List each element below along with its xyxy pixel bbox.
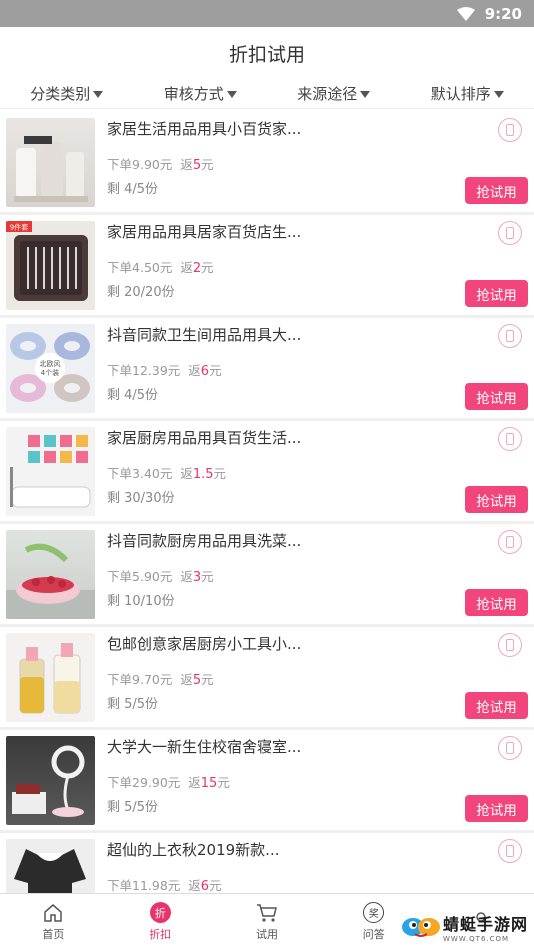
filter-label: 分类类别 [30, 85, 91, 103]
filter-label: 来源途径 [297, 85, 358, 103]
tab-label: 试用 [255, 927, 278, 941]
price-info: 下单3.40元 返1.5元 [107, 466, 227, 482]
filter-source[interactable]: 来源途径 [297, 83, 371, 104]
grab-trial-button[interactable]: 抢试用 [465, 692, 528, 719]
product-image[interactable] [6, 427, 95, 516]
remaining-count: 剩 10/10份 [107, 594, 175, 609]
status-bar: 9:20 [0, 0, 534, 27]
filter-label: 审核方式 [163, 85, 224, 103]
price-info: 下单9.70元 返5元 [107, 672, 214, 688]
svg-text:4个装: 4个装 [41, 368, 59, 377]
product-title[interactable]: 大学大一新生住校宿舍寝室... [107, 736, 317, 757]
watermark: 蜻蜓手游网 WWW.QT6.COM [401, 911, 528, 943]
product-title[interactable]: 抖音同款厨房用品用具洗菜... [107, 530, 317, 551]
dragonfly-logo-icon [401, 918, 440, 937]
price-info: 下单29.90元 返15元 [107, 775, 230, 791]
filter-category[interactable]: 分类类别 [30, 83, 104, 104]
phone-icon [498, 633, 522, 657]
home-icon [42, 902, 64, 924]
tab-discount[interactable]: 折 折扣 [107, 894, 214, 949]
list-item[interactable]: 家居厨房用品用具百货生活... 下单3.40元 返1.5元 剩 30/30份 抢… [0, 421, 534, 524]
grab-trial-button[interactable]: 抢试用 [465, 795, 528, 822]
product-title[interactable]: 家居厨房用品用具百货生活... [107, 427, 317, 448]
list-item[interactable]: 大学大一新生住校宿舍寝室... 下单29.90元 返15元 剩 5/5份 抢试用 [0, 730, 534, 833]
tab-home[interactable]: 首页 [0, 894, 107, 949]
product-image[interactable]: 北欧风 4个装 [6, 324, 95, 413]
tab-label: 折扣 [149, 927, 172, 941]
product-image[interactable] [6, 118, 95, 207]
list-item[interactable]: 9件套 家居用品用具居家百货店生... 下单4.50元 返2元 剩 20/20份… [0, 215, 534, 318]
remaining-count: 剩 20/20份 [107, 285, 175, 300]
remaining-count: 剩 5/5份 [107, 697, 159, 712]
qa-icon: 奖 [363, 902, 385, 924]
status-time: 9:20 [484, 4, 522, 23]
svg-text:北欧风: 北欧风 [40, 359, 61, 368]
dropdown-arrow-icon [493, 91, 504, 98]
product-title[interactable]: 抖音同款卫生间用品用具大... [107, 324, 317, 345]
watermark-text: 蜻蜓手游网 [442, 915, 528, 934]
product-title[interactable]: 超仙的上衣秋2019新款... [107, 839, 317, 860]
price-info: 下单5.90元 返3元 [107, 569, 214, 585]
list-item[interactable]: 北欧风 4个装 抖音同款卫生间用品用具大... 下单12.39元 返6元 剩 4/… [0, 318, 534, 421]
price-info: 下单11.98元 返6元 [107, 878, 222, 893]
dropdown-arrow-icon [93, 91, 104, 98]
tab-label: 问答 [362, 927, 385, 941]
product-image[interactable] [6, 633, 95, 722]
cart-icon [256, 902, 278, 924]
list-item[interactable]: 家居生活用品用具小百货家... 下单9.90元 返5元 剩 4/5份 抢试用 [0, 112, 534, 215]
list-item[interactable]: 超仙的上衣秋2019新款... 下单11.98元 返6元 [0, 833, 534, 893]
watermark-url: WWW.QT6.COM [442, 935, 510, 943]
product-title[interactable]: 家居用品用具居家百货店生... [107, 221, 317, 242]
product-title[interactable]: 家居生活用品用具小百货家... [107, 118, 317, 139]
wifi-icon [456, 6, 475, 21]
page-title: 折扣试用 [228, 43, 305, 66]
product-image[interactable]: 9件套 [6, 221, 95, 310]
product-image[interactable] [6, 736, 95, 825]
list-item[interactable]: 抖音同款厨房用品用具洗菜... 下单5.90元 返3元 剩 10/10份 抢试用 [0, 524, 534, 627]
price-info: 下单12.39元 返6元 [107, 363, 222, 379]
phone-icon [498, 530, 522, 554]
grab-trial-button[interactable]: 抢试用 [465, 177, 528, 204]
remaining-count: 剩 4/5份 [107, 388, 159, 403]
grab-trial-button[interactable]: 抢试用 [465, 383, 528, 410]
product-list[interactable]: 家居生活用品用具小百货家... 下单9.90元 返5元 剩 4/5份 抢试用 9… [0, 112, 534, 893]
list-item[interactable]: 包邮创意家居厨房小工具小... 下单9.70元 返5元 剩 5/5份 抢试用 [0, 627, 534, 730]
filter-bar: 分类类别 审核方式 来源途径 默认排序 [0, 79, 534, 109]
filter-review-method[interactable]: 审核方式 [164, 83, 237, 104]
grab-trial-button[interactable]: 抢试用 [465, 280, 528, 307]
dropdown-arrow-icon [226, 91, 237, 98]
phone-icon [498, 118, 522, 142]
tab-label: 首页 [42, 927, 65, 941]
filter-sort[interactable]: 默认排序 [431, 83, 504, 104]
grab-trial-button[interactable]: 抢试用 [465, 486, 528, 513]
remaining-count: 剩 30/30份 [107, 491, 175, 506]
remaining-count: 剩 4/5份 [107, 182, 159, 197]
price-info: 下单9.90元 返5元 [107, 157, 214, 173]
discount-icon: 折 [149, 902, 171, 924]
filter-label: 默认排序 [430, 85, 491, 103]
product-title[interactable]: 包邮创意家居厨房小工具小... [107, 633, 317, 654]
phone-icon [498, 427, 522, 451]
product-image[interactable] [6, 839, 95, 893]
phone-icon [498, 736, 522, 760]
tab-trial[interactable]: 试用 [214, 894, 321, 949]
phone-icon [498, 324, 522, 348]
product-image[interactable] [6, 530, 95, 619]
price-info: 下单4.50元 返2元 [107, 260, 214, 276]
remaining-count: 剩 5/5份 [107, 800, 159, 815]
grab-trial-button[interactable]: 抢试用 [465, 589, 528, 616]
dropdown-arrow-icon [360, 91, 371, 98]
svg-text:9件套: 9件套 [10, 223, 28, 232]
phone-icon [498, 839, 522, 863]
phone-icon [498, 221, 522, 245]
